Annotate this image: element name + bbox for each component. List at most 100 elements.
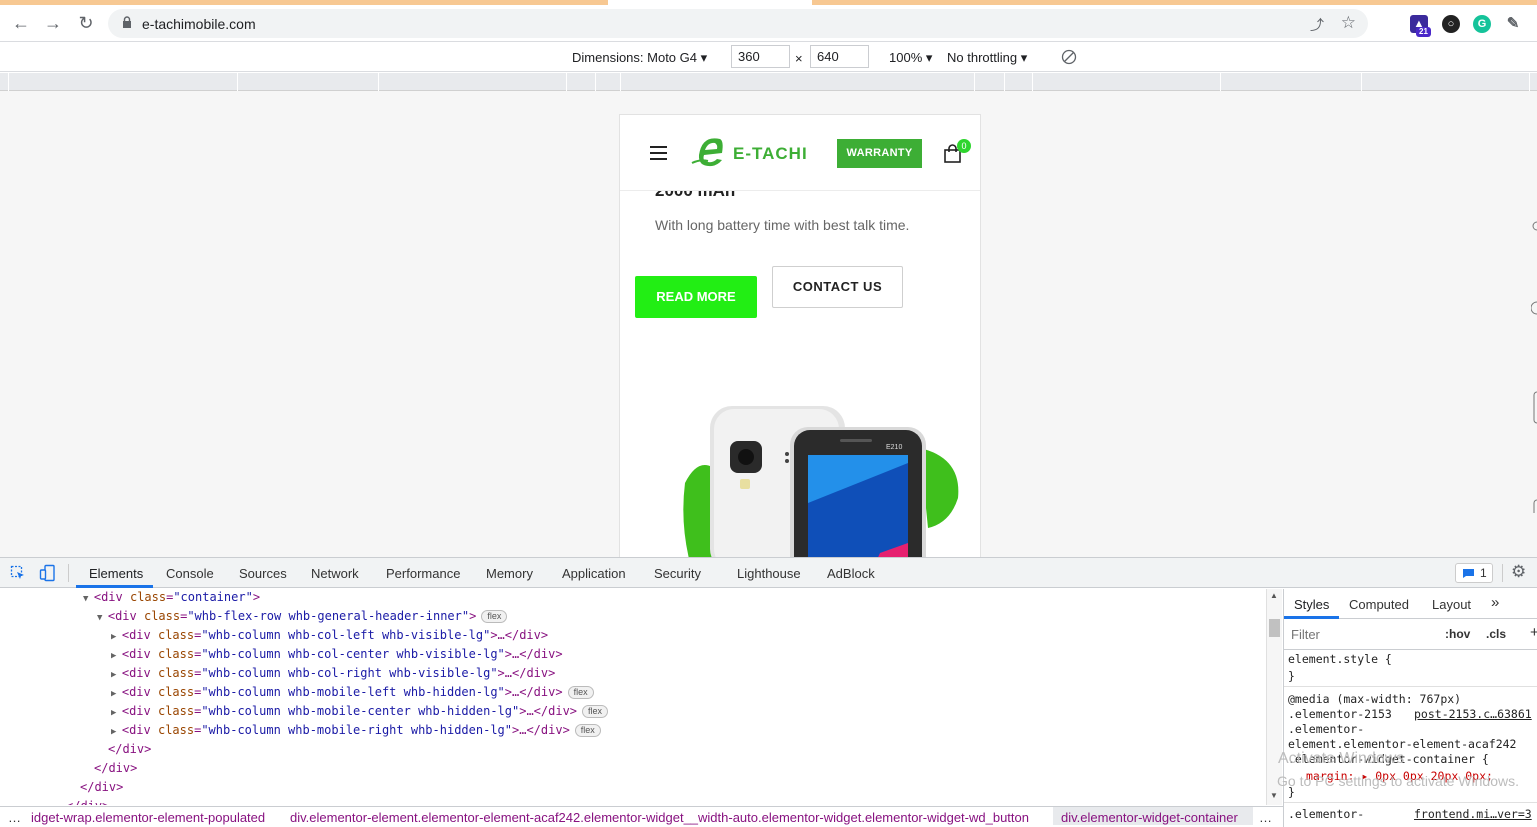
new-rule-plus-icon[interactable]: + (1530, 624, 1537, 641)
media-query-rule: @media (max-width: 767px) (1288, 692, 1462, 706)
active-tab-underline (76, 585, 153, 588)
expand-triangle-right-icon[interactable]: ▶ (111, 708, 122, 718)
scroll-down-icon[interactable]: ▼ (1270, 791, 1278, 800)
side-floating-controls[interactable] (1531, 220, 1537, 520)
flex-badge[interactable]: flex (574, 724, 601, 737)
inspect-element-icon[interactable] (10, 565, 26, 581)
bookmark-star-icon[interactable]: ☆ (1341, 13, 1356, 33)
expand-triangle-right-icon[interactable]: ▶ (111, 689, 122, 699)
lock-icon (123, 16, 131, 28)
phone-product-image: E210 (683, 406, 959, 557)
styles-filter-input[interactable] (1287, 624, 1433, 644)
breadcrumb-ellipsis-right[interactable]: … (1259, 810, 1272, 825)
width-input[interactable]: 360 (731, 45, 790, 68)
dom-node-line[interactable]: ▼ <div class="whb-flex-row whb-general-h… (97, 609, 508, 623)
emulated-device-screen[interactable]: 2000 mAh With long battery time with bes… (620, 115, 980, 557)
dom-node-line[interactable]: ▶ <div class="whb-column whb-mobile-left… (111, 685, 594, 699)
hamburger-menu-icon[interactable] (650, 146, 667, 160)
forward-icon[interactable]: → (43, 13, 63, 33)
breadcrumb-item[interactable]: div.elementor-element.elementor-element-… (290, 810, 1029, 825)
contact-us-button[interactable]: CONTACT US (772, 266, 903, 308)
extension-copy-icon[interactable]: ○ (1442, 15, 1460, 33)
throttling-select[interactable]: No throttling ▾ (947, 50, 1027, 66)
flex-badge[interactable]: flex (567, 686, 594, 699)
throttling-label: No throttling (947, 50, 1018, 65)
dom-node-line[interactable]: ▶ <div class="whb-column whb-col-center … (111, 647, 563, 661)
tab-memory[interactable]: Memory (486, 566, 533, 581)
tab-styles[interactable]: Styles (1294, 597, 1329, 612)
breadcrumb-item[interactable]: idget-wrap.elementor-element-populated (31, 810, 265, 825)
address-bar[interactable]: e-tachimobile.com ⤴ ☆ (108, 9, 1368, 38)
tab-layout[interactable]: Layout (1432, 597, 1471, 612)
class-toggle[interactable]: .cls (1486, 627, 1506, 641)
grammarly-icon[interactable]: G (1473, 15, 1491, 33)
cart-count-badge: 0 (957, 139, 971, 153)
dom-node-line[interactable]: ▶ <div class="whb-column whb-col-left wh… (111, 628, 548, 642)
tab-security[interactable]: Security (654, 566, 701, 581)
height-input[interactable]: 640 (810, 45, 869, 68)
phone-model-label: E210 (886, 444, 902, 451)
dom-node-line[interactable]: </div> (66, 799, 109, 805)
caret-down-icon: ▾ (700, 50, 708, 65)
flex-badge[interactable]: flex (582, 705, 609, 718)
etachi-logo-icon[interactable] (690, 133, 730, 173)
more-tabs-chevron-icon[interactable]: » (1491, 594, 1499, 611)
source-link-post[interactable]: post-2153.c…63861 (1414, 707, 1532, 721)
dimensions-select[interactable]: Dimensions: Moto G4 ▾ (572, 50, 707, 66)
tab-lighthouse[interactable]: Lighthouse (737, 566, 801, 581)
back-icon[interactable]: ← (11, 13, 31, 33)
times-sign: × (795, 51, 803, 66)
tab-adblock[interactable]: AdBlock (827, 566, 875, 581)
expand-triangle-down-icon[interactable]: ▼ (97, 613, 108, 623)
dom-node-line[interactable]: ▼ <div class="container"> (83, 590, 260, 604)
scroll-up-icon[interactable]: ▲ (1270, 591, 1278, 600)
expand-triangle-down-icon[interactable]: ▼ (83, 594, 94, 604)
media-query-ruler[interactable] (0, 73, 1537, 91)
extension-badge: 21 (1416, 27, 1431, 37)
warranty-button[interactable]: WARRANTY (837, 139, 922, 168)
dom-tree[interactable]: ▼ <div class="container"> ▼ <div class="w… (0, 589, 1266, 805)
tab-console[interactable]: Console (166, 566, 214, 581)
browser-toolbar: ← → ↻ e-tachimobile.com ⤴ ☆ ▲ 21 ○ G ✎ (0, 5, 1537, 42)
source-link-frontend[interactable]: frontend.mi…ver=3 (1414, 807, 1532, 821)
expand-triangle-right-icon[interactable]: ▶ (111, 632, 122, 642)
logo-text: E-TACHI (733, 144, 808, 163)
scroll-thumb[interactable] (1269, 619, 1280, 637)
zoom-label: 100% (889, 50, 923, 65)
breadcrumb-ellipsis-left[interactable]: … (8, 810, 21, 825)
device-toolbar-toggle-icon[interactable] (39, 564, 57, 582)
windows-watermark-title: Activate Windows (1278, 750, 1405, 767)
issues-button[interactable]: 1 (1455, 563, 1493, 583)
selector-line-1: .elementor-2153 (1288, 707, 1392, 721)
tab-sources[interactable]: Sources (239, 566, 287, 581)
tab-network[interactable]: Network (311, 566, 359, 581)
styles-sidebar: Styles Computed Layout » :hov .cls + ele… (1283, 589, 1537, 827)
expand-triangle-right-icon[interactable]: ▶ (111, 670, 122, 680)
site-header: E-TACHI WARRANTY 0 (620, 115, 980, 191)
settings-gear-icon[interactable]: ⚙ (1511, 562, 1526, 582)
tab-elements[interactable]: Elements (89, 566, 143, 581)
dom-node-line[interactable]: ▶ <div class="whb-column whb-mobile-cent… (111, 704, 609, 718)
tab-application[interactable]: Application (562, 566, 626, 581)
breadcrumb-item-selected[interactable]: div.elementor-widget-container (1053, 807, 1253, 825)
extensions-puzzle-icon[interactable]: ✎ (1504, 15, 1522, 33)
dom-node-line[interactable]: ▶ <div class="whb-column whb-col-right w… (111, 666, 555, 680)
flex-badge[interactable]: flex (481, 610, 508, 623)
dom-node-line[interactable]: </div> (94, 761, 137, 775)
read-more-button[interactable]: READ MORE (635, 276, 757, 318)
url-text: e-tachimobile.com (142, 16, 256, 32)
expand-triangle-right-icon[interactable]: ▶ (111, 651, 122, 661)
reload-icon[interactable]: ↻ (76, 13, 96, 33)
dom-node-line[interactable]: ▶ <div class="whb-column whb-mobile-righ… (111, 723, 601, 737)
rotate-icon[interactable] (1061, 49, 1077, 65)
dom-node-line[interactable]: </div> (108, 742, 151, 756)
dom-node-line[interactable]: </div> (80, 780, 123, 794)
hover-state-toggle[interactable]: :hov (1445, 627, 1470, 641)
issues-count: 1 (1480, 566, 1487, 580)
selector-line-5: .elementor- (1288, 807, 1365, 821)
zoom-select[interactable]: 100% ▾ (889, 50, 932, 66)
share-icon[interactable]: ⤴ (1310, 15, 1324, 35)
tab-performance[interactable]: Performance (386, 566, 460, 581)
tab-computed[interactable]: Computed (1349, 597, 1409, 612)
expand-triangle-right-icon[interactable]: ▶ (111, 727, 122, 737)
